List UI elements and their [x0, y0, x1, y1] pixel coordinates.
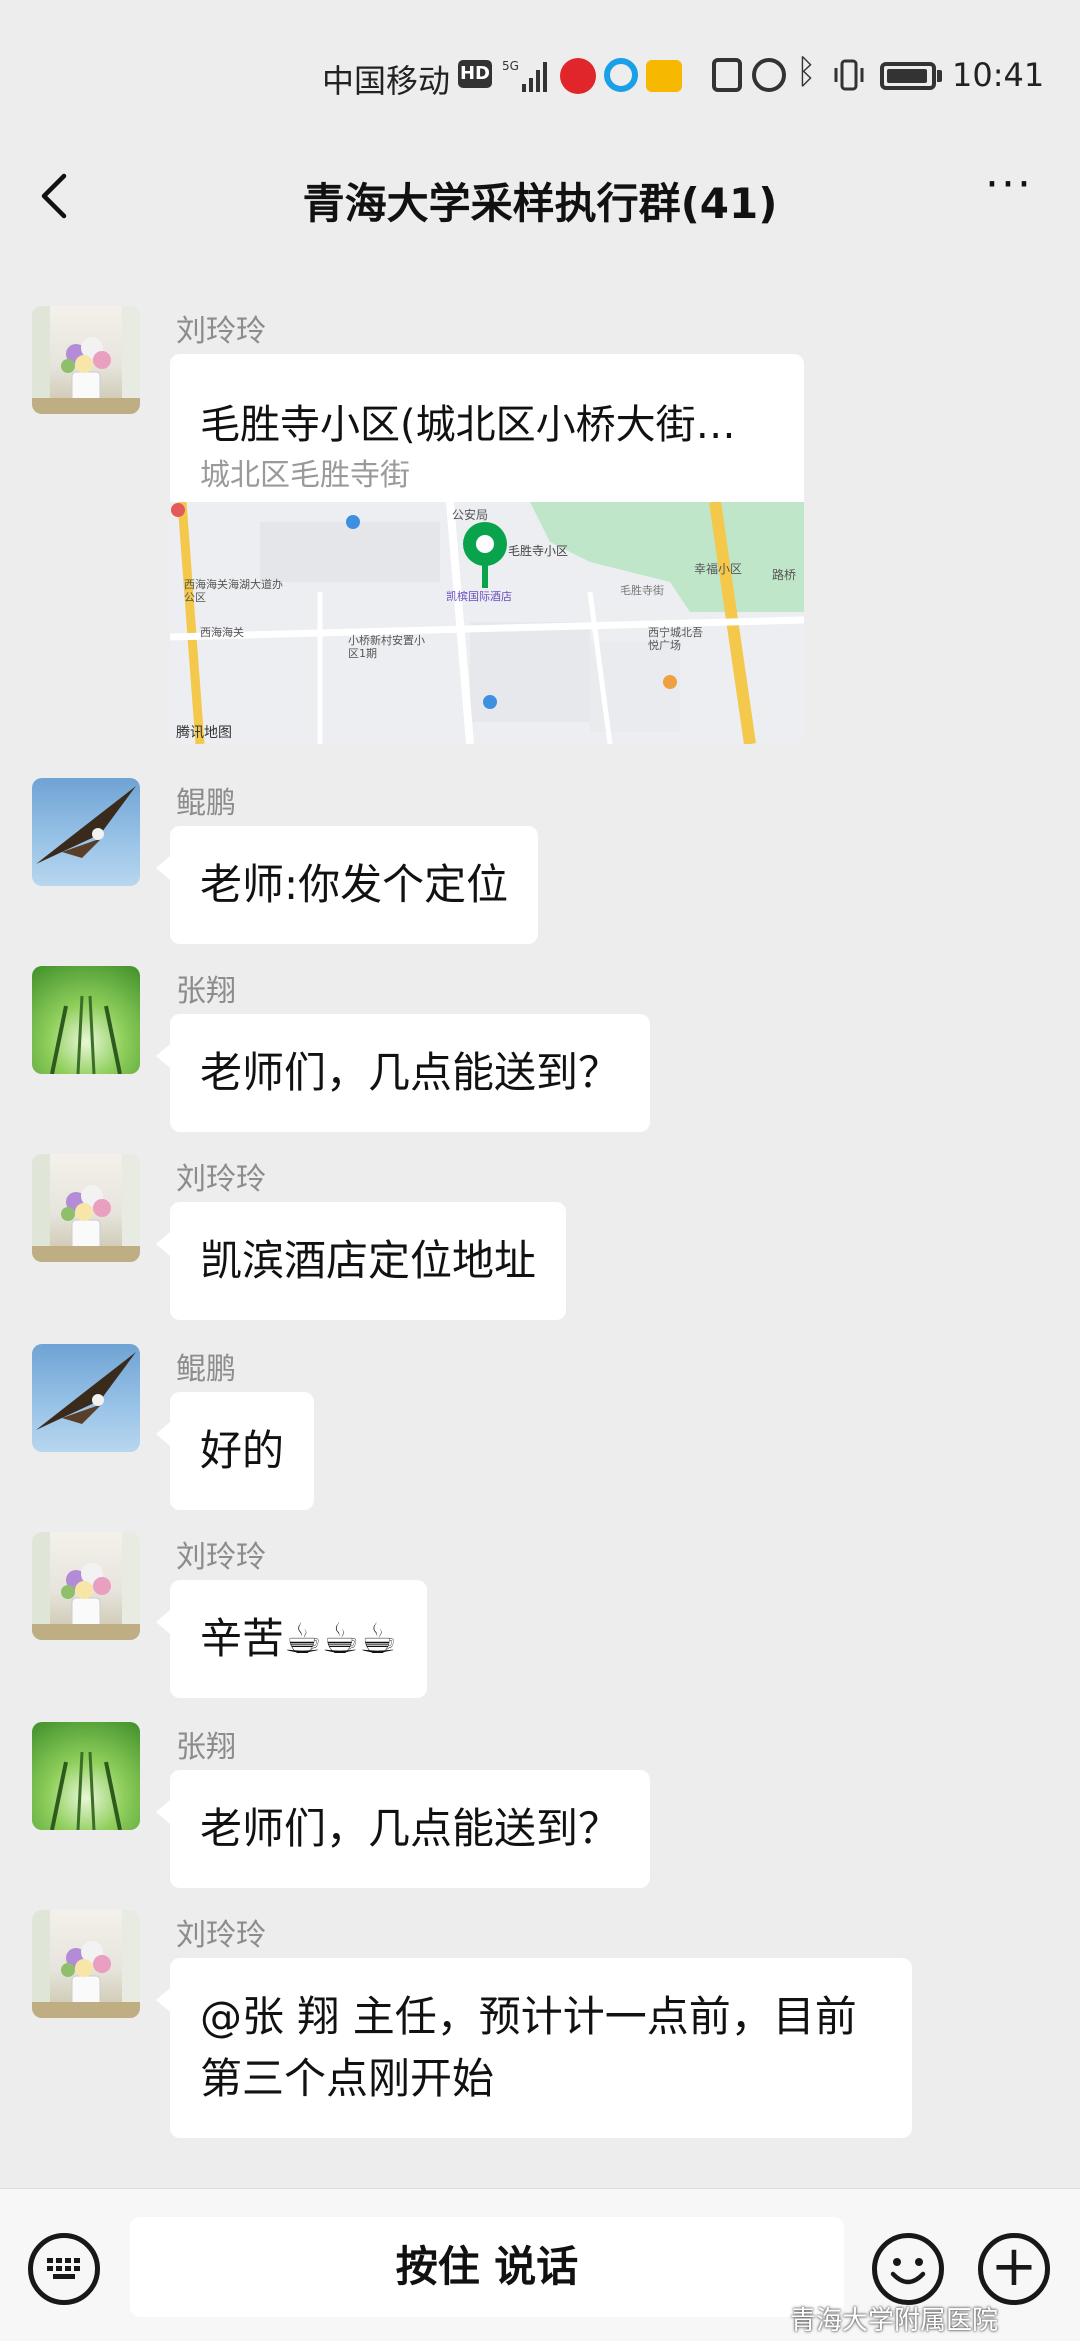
- signal-icon: 5G: [502, 59, 547, 92]
- watermark: 青海大学附属医院: [790, 2306, 999, 2336]
- emoji-icon[interactable]: [872, 2233, 944, 2305]
- chat-title: 青海大学采样执行群(41): [302, 179, 778, 228]
- avatar[interactable]: [32, 1154, 140, 1262]
- flowers-avatar-image: [32, 1910, 140, 2018]
- map-label: 凯槟国际酒店: [446, 590, 512, 603]
- map-label: 西海海关: [200, 626, 244, 639]
- map-image: [170, 502, 804, 744]
- flowers-avatar-image: [32, 306, 140, 414]
- message-bubble[interactable]: @张 翔 主任，预计计一点前，目前第三个点刚开始: [156, 1958, 912, 2138]
- hold-to-talk-button[interactable]: 按住 说话: [130, 2217, 844, 2317]
- flowers-avatar-image: [32, 1154, 140, 1262]
- map-label: 毛胜寺小区: [508, 544, 569, 558]
- flowers-avatar-image: [32, 1532, 140, 1640]
- bluetooth-icon: ᛒ: [796, 52, 817, 92]
- sender-name: 刘玲玲: [176, 1162, 266, 1197]
- sender-name: 鲲鹏: [176, 786, 236, 821]
- message-bubble[interactable]: 老师们，几点能送到？: [155, 1770, 651, 1888]
- message-bubble[interactable]: 凯滨酒店定位地址: [155, 1202, 567, 1320]
- svg-text:5G: 5G: [502, 59, 519, 73]
- location-address: 城北区毛胜寺街: [200, 458, 410, 493]
- battery-icon: [880, 62, 936, 90]
- app-notification-icon: [560, 58, 596, 94]
- eagle-avatar-image: [36, 1352, 136, 1430]
- sender-name: 刘玲玲: [176, 314, 266, 349]
- sender-name: 刘玲玲: [176, 1540, 266, 1575]
- avatar[interactable]: [32, 306, 140, 414]
- message-bubble[interactable]: 老师:你发个定位: [155, 826, 539, 944]
- avatar[interactable]: [32, 1910, 140, 2018]
- more-functions-icon[interactable]: +: [978, 2233, 1050, 2305]
- sender-name: 张翔: [176, 974, 236, 1009]
- avatar[interactable]: [32, 1722, 140, 1830]
- avatar[interactable]: [32, 1532, 140, 1640]
- location-title: 毛胜寺小区(城北区小桥大街…: [200, 402, 736, 448]
- map-label: 幸福小区: [694, 562, 743, 576]
- sender-name: 张翔: [176, 1730, 236, 1765]
- avatar[interactable]: [32, 1344, 140, 1452]
- mail-notification-icon: [646, 60, 682, 92]
- message-bubble[interactable]: 老师们，几点能送到？: [155, 1014, 651, 1132]
- map-label: 西海海关海湖大道办公区: [184, 578, 283, 604]
- trees-avatar-image: [50, 995, 122, 1074]
- smiley-face: [890, 2258, 926, 2285]
- location-card[interactable]: 毛胜寺小区(城北区小桥大街… 城北区毛胜寺街 公安局 毛胜寺小区 凯槟国际酒店 …: [170, 354, 804, 744]
- sender-name: 刘玲玲: [176, 1918, 266, 1953]
- map-label: 西宁城北吾悦广场: [648, 626, 703, 652]
- trees-avatar-image: [50, 1751, 122, 1830]
- hd-badge: HD: [458, 60, 492, 88]
- map-label: 毛胜寺街: [620, 584, 664, 597]
- carrier-label: 中国移动: [322, 62, 451, 100]
- battery-cap: [937, 70, 942, 82]
- message-bubble[interactable]: 好的: [155, 1392, 315, 1510]
- eagle-avatar-image: [36, 786, 136, 864]
- message-bubble[interactable]: 辛苦☕☕☕: [156, 1580, 427, 1698]
- map-label: 路桥: [772, 568, 797, 582]
- map-label: 公安局: [452, 508, 489, 522]
- vibrate-icon: [834, 59, 864, 91]
- alarm-icon: [752, 58, 786, 92]
- avatar[interactable]: [32, 966, 140, 1074]
- chat-header: 青海大学采样执行群(41) ···: [0, 150, 1080, 242]
- clock: 10:41: [952, 56, 1045, 94]
- status-bar: 中国移动 HD 5G ᛒ 10:41: [0, 0, 1080, 150]
- keyboard-toggle-icon[interactable]: [28, 2233, 100, 2305]
- sender-name: 鲲鹏: [176, 1352, 236, 1387]
- nfc-icon: [712, 58, 742, 92]
- keyboard-icon: [47, 2258, 80, 2279]
- back-icon[interactable]: [30, 168, 86, 224]
- more-options-icon[interactable]: ···: [974, 163, 1044, 220]
- avatar[interactable]: [32, 778, 140, 886]
- location-map[interactable]: 公安局 毛胜寺小区 凯槟国际酒店 幸福小区 路桥 西海海关海湖大道办公区 西海海…: [170, 502, 804, 744]
- map-provider-label: 腾讯地图: [176, 725, 232, 741]
- browser-notification-icon: [604, 58, 638, 92]
- map-label: 小桥新村安置小区1期: [348, 634, 425, 660]
